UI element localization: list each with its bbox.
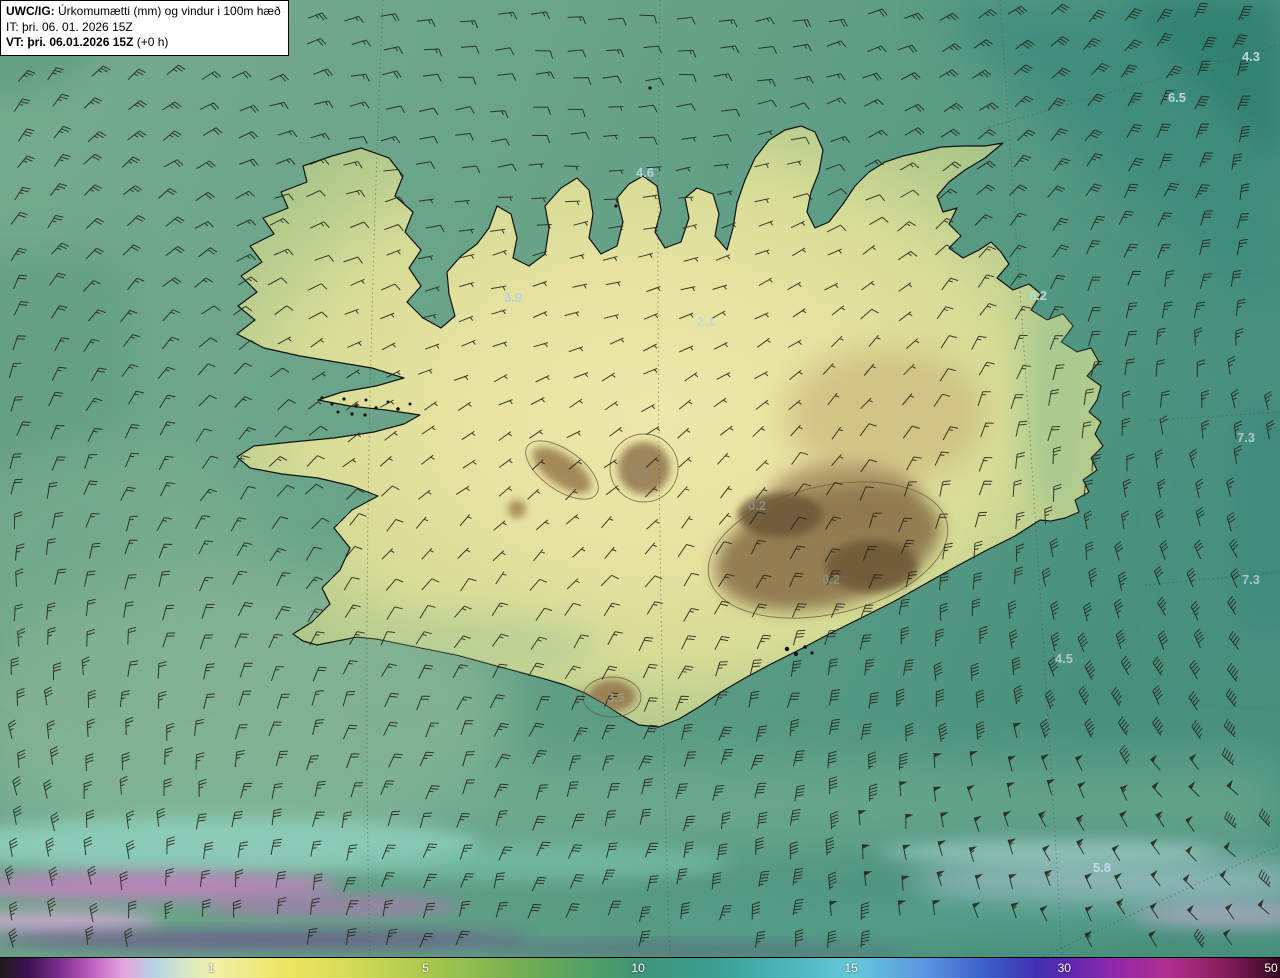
colorbar-tick: 5 [422,961,429,975]
value-label: 3.5 [607,690,625,705]
value-label: 7.3 [1242,572,1260,587]
colorbar-legend: 1 5 10 15 30 50 [0,957,1280,978]
colorbar-tick: 50 [1264,961,1278,975]
value-label: 0.2 [748,498,766,513]
colorbar-tick: 15 [844,961,858,975]
init-time: IT: þri. 06. 01. 2026 15Z [6,19,133,34]
title-line-2: IT: þri. 06. 01. 2026 15Z [6,20,281,36]
value-label: 5.8 [1093,860,1111,875]
weather-map: 4.3 6.5 4.6 3.9 2.1 6.2 7.3 0.2 0.2 0.2 7.3 4.5 3.5 5… [0,0,1280,958]
colorbar-tick: 1 [207,961,215,975]
title-line-1: UWC/IG: Úrkomumætti (mm) og vindur i 100… [6,4,281,20]
value-label: 4.5 [1055,651,1073,666]
title-line-3: VT: þri. 06.01.2026 15Z (+0 h) [6,35,281,51]
value-label: 3.9 [504,290,522,305]
value-label: 4.6 [636,165,654,180]
colorbar-tick: 10 [631,961,645,975]
valid-time: VT: þri. 06.01.2026 15Z [6,35,134,50]
value-label: 6.2 [1029,288,1047,303]
weather-map-page: 4.3 6.5 4.6 3.9 2.1 6.2 7.3 0.2 0.2 0.2 7.3 4.5 3.5 5… [0,0,1280,978]
product-id: UWC/IG: [6,4,55,18]
product-title: Úrkomumætti (mm) og vindur i 100m hæð [54,4,281,18]
value-label: 0.2 [822,572,840,587]
value-label: 6.5 [1168,90,1186,105]
value-label: 7.3 [1237,430,1255,445]
valid-offset: (+0 h) [133,35,169,50]
colorbar-tick: 30 [1057,961,1071,975]
value-label: 4.3 [1242,49,1260,64]
value-label: 0.2 [631,466,649,481]
value-label: 2.1 [697,314,715,329]
title-box: UWC/IG: Úrkomumætti (mm) og vindur i 100… [0,0,289,56]
